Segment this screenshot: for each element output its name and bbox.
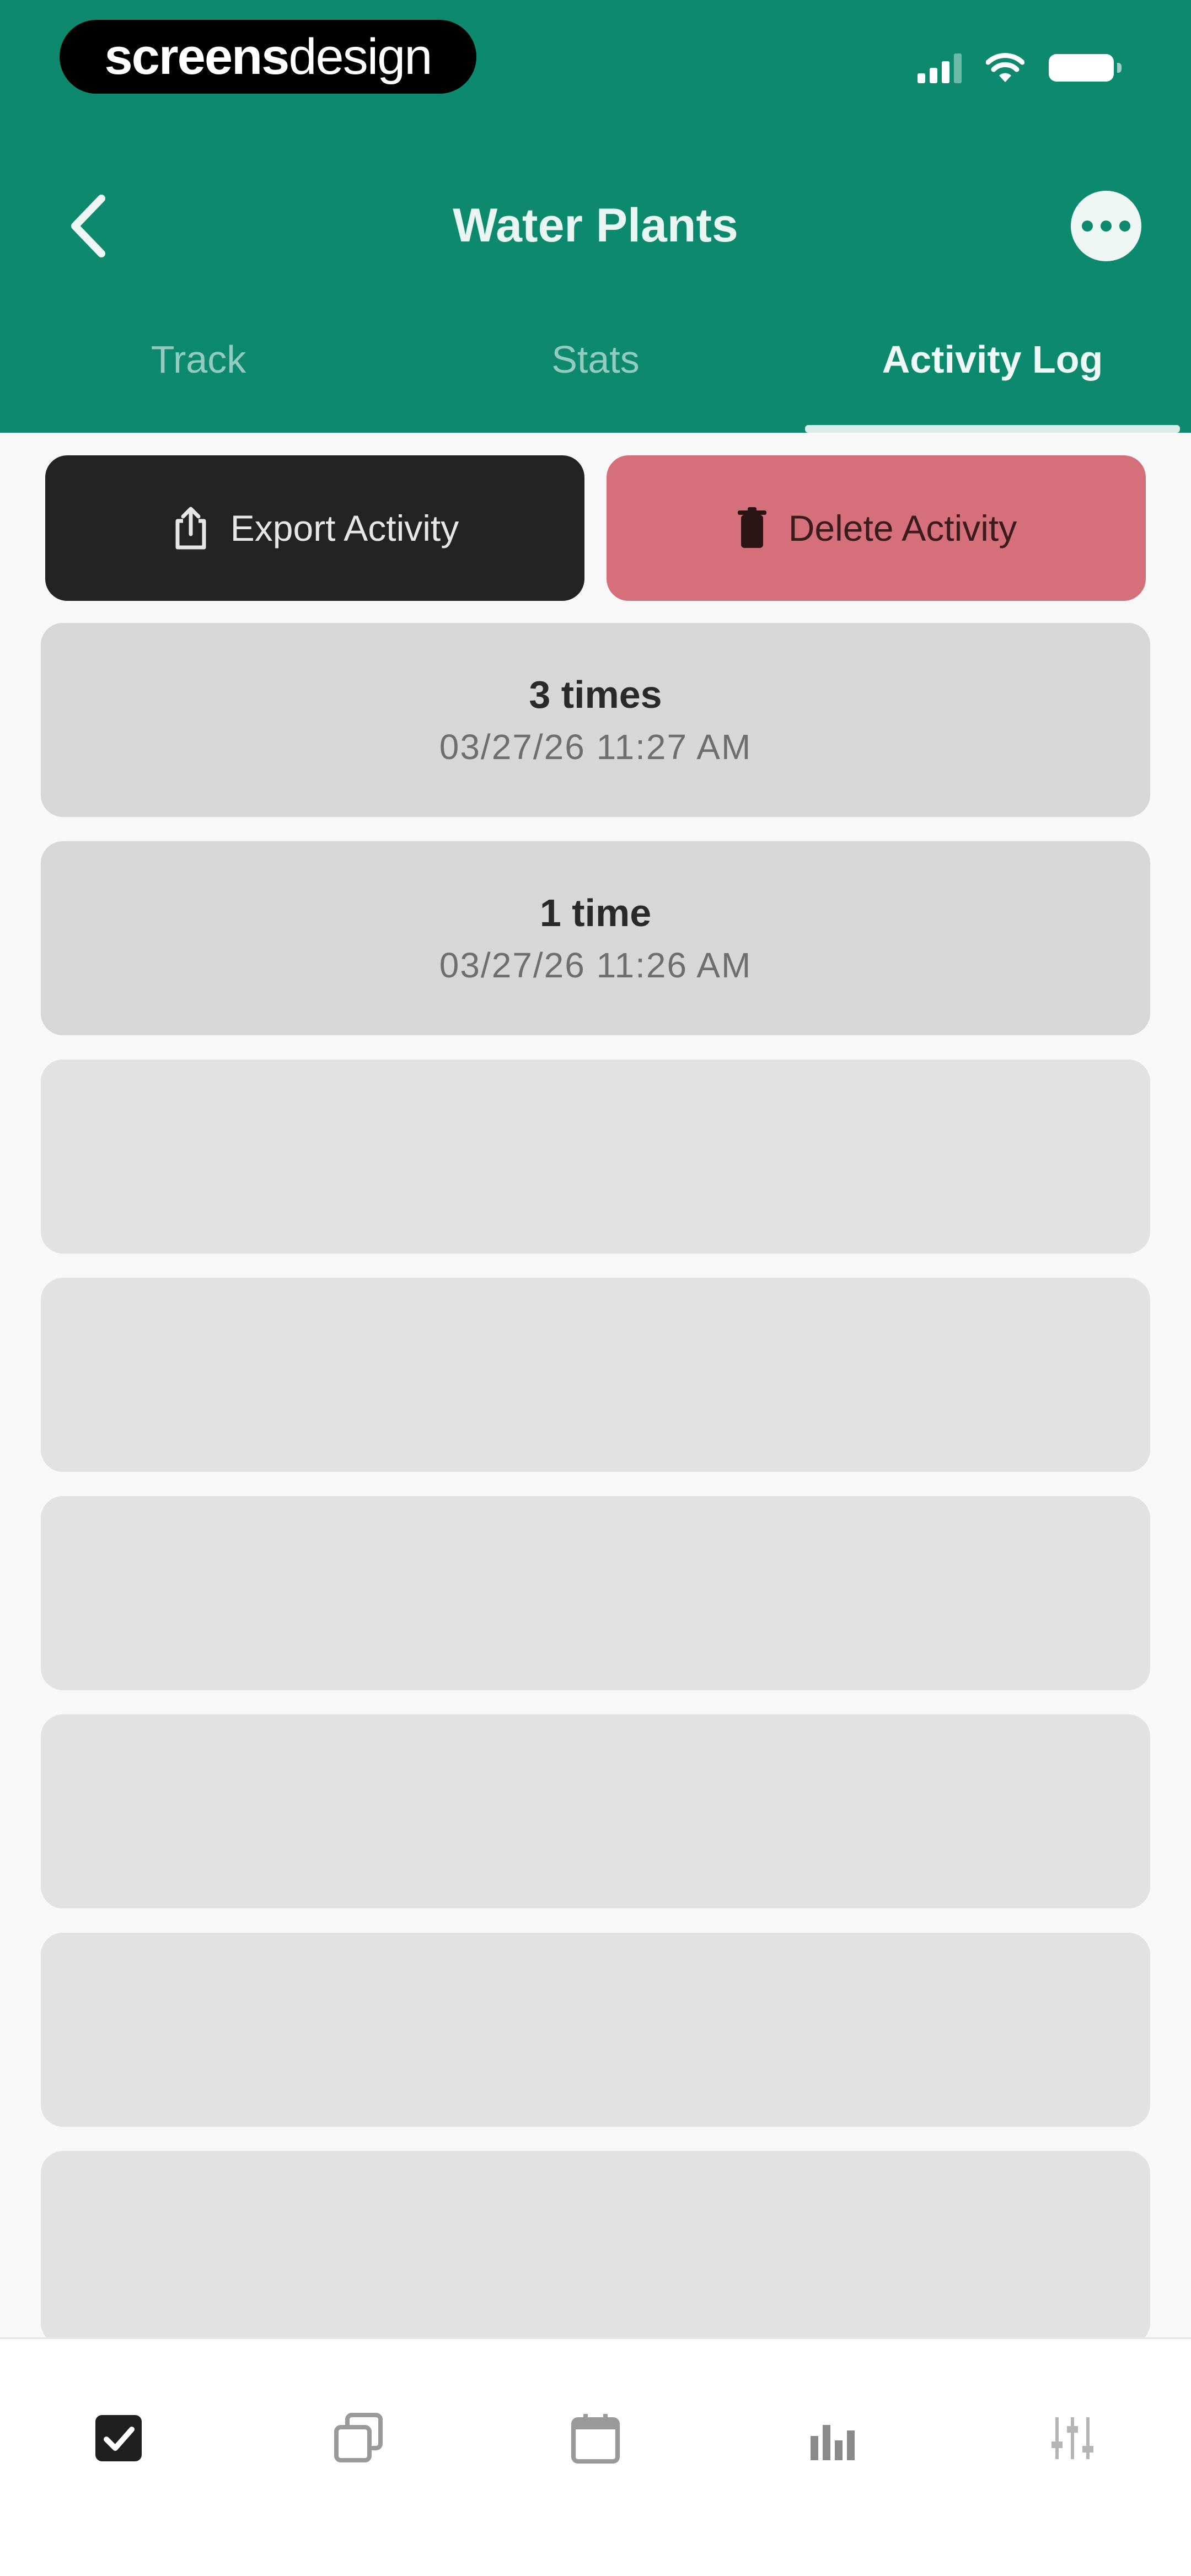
tabbar-item-calendar[interactable] — [565, 2408, 626, 2469]
brand-logo: screensdesign — [60, 20, 476, 94]
tabbar-item-settings[interactable] — [1042, 2408, 1103, 2469]
tabbar-item-habits[interactable] — [88, 2408, 149, 2469]
tab-stats[interactable]: Stats — [397, 309, 794, 433]
log-entry-placeholder — [41, 1933, 1150, 2127]
bar-chart-icon — [811, 2425, 855, 2460]
log-entry-count: 3 times — [529, 673, 662, 716]
log-entry-placeholder — [41, 2151, 1150, 2345]
segment-tabs: Track Stats Activity Log — [0, 309, 1191, 433]
tabbar-item-copy[interactable] — [328, 2408, 389, 2469]
share-icon — [175, 507, 206, 550]
tabbar-item-stats[interactable] — [802, 2408, 863, 2469]
export-activity-button[interactable]: Export Activity — [45, 455, 584, 601]
status-bar: screensdesign — [0, 0, 1191, 127]
tab-track[interactable]: Track — [0, 309, 397, 433]
export-activity-label: Export Activity — [230, 508, 459, 548]
brand-text-light: design — [288, 29, 432, 85]
wifi-icon — [986, 53, 1024, 82]
delete-activity-button[interactable]: Delete Activity — [607, 455, 1146, 601]
calendar-icon — [571, 2414, 620, 2464]
cellular-signal-icon — [918, 52, 962, 83]
log-entry-placeholder — [41, 1060, 1150, 1254]
tab-activity-log[interactable]: Activity Log — [794, 309, 1191, 433]
trash-icon — [737, 507, 766, 548]
log-entry-placeholder — [41, 1496, 1150, 1690]
log-entry-placeholder — [41, 1714, 1150, 1908]
battery-icon — [1049, 54, 1122, 82]
activity-log-list: 3 times 03/27/26 11:27 AM 1 time 03/27/2… — [41, 623, 1150, 2369]
more-options-button[interactable] — [1071, 191, 1141, 261]
log-entry-count: 1 time — [539, 891, 652, 934]
log-entry[interactable]: 3 times 03/27/26 11:27 AM — [41, 623, 1150, 817]
bottom-tab-bar — [0, 2337, 1191, 2576]
ellipsis-circle-icon — [1082, 221, 1093, 232]
brand-text-bold: screens — [104, 29, 290, 85]
status-icons — [918, 49, 1122, 87]
log-entry[interactable]: 1 time 03/27/26 11:26 AM — [41, 841, 1150, 1035]
copy-icon — [334, 2413, 383, 2462]
log-entry-timestamp: 03/27/26 11:26 AM — [439, 945, 752, 985]
page-title: Water Plants — [453, 199, 738, 252]
delete-activity-label: Delete Activity — [788, 508, 1017, 548]
checkbox-icon — [95, 2415, 142, 2461]
sliders-icon — [1051, 2417, 1093, 2459]
log-entry-timestamp: 03/27/26 11:27 AM — [439, 727, 752, 767]
log-entry-placeholder — [41, 1278, 1150, 1472]
app-header: screensdesign Water Plants Track Stats A… — [0, 0, 1191, 433]
navigation-bar: Water Plants — [0, 165, 1191, 287]
